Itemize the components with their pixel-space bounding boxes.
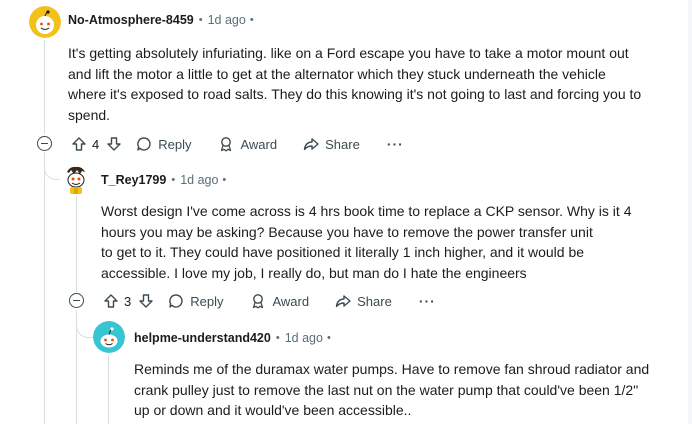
reply-label: Reply [158, 136, 192, 152]
comment-text-line: It's getting absolutely infuriating. lik… [68, 45, 629, 61]
collapse-thread-button[interactable] [37, 136, 52, 151]
more-options-button[interactable]: ··· [387, 136, 404, 152]
thread-line [76, 196, 77, 292]
share-button[interactable]: Share [335, 293, 392, 309]
timestamp[interactable]: 1d ago [180, 173, 218, 187]
reply-label: Reply [190, 293, 224, 309]
thread-line [44, 152, 45, 424]
share-label: Share [325, 136, 360, 152]
comment-body: Worst design I've come across is 4 hrs b… [101, 201, 631, 283]
avatar[interactable] [93, 321, 125, 353]
comment-text-line: Worst design I've come across is 4 hrs b… [101, 203, 632, 219]
username[interactable]: T_Rey1799 [101, 173, 166, 187]
award-button[interactable]: Award [250, 293, 309, 309]
username[interactable]: helpme-understand420 [134, 331, 271, 345]
award-button[interactable]: Award [218, 136, 277, 152]
timestamp[interactable]: 1d ago [285, 331, 323, 345]
scrollbar[interactable] [688, 0, 692, 424]
comment-text-line: and lift the motor a little to get at th… [68, 65, 606, 82]
vote-count: 4 [92, 136, 100, 152]
award-icon [250, 293, 266, 309]
separator: • [171, 174, 176, 186]
thread-elbow [76, 310, 94, 338]
timestamp[interactable]: 1d ago [208, 13, 246, 27]
more-options-button[interactable]: ··· [419, 293, 436, 309]
award-icon [218, 136, 234, 152]
share-icon [303, 136, 319, 152]
username[interactable]: No-Atmosphere-8459 [68, 13, 194, 27]
avatar[interactable] [29, 6, 61, 38]
separator: • [326, 332, 331, 344]
comment-meta: T_Rey1799 • 1d ago • [101, 173, 226, 187]
comment-text-line: where it's exposed to road salts. They d… [68, 86, 642, 102]
thread-line [44, 40, 45, 134]
collapse-thread-button[interactable] [69, 293, 84, 308]
vote-count: 3 [124, 293, 132, 309]
comment-text-line: to get to it. They could have positioned… [101, 244, 585, 260]
reply-button[interactable]: Reply [136, 136, 191, 152]
comment-bubble-icon [168, 293, 184, 309]
share-button[interactable]: Share [303, 136, 360, 152]
comment-body: It's getting absolutely infuriating. lik… [68, 43, 641, 125]
comment-text-line: up or down and it would've been accessib… [134, 402, 412, 418]
comment-text-line: spend. [68, 106, 111, 123]
comment-bubble-icon [136, 136, 152, 152]
comment-text-line: crank pulley just to remove the last nut… [134, 381, 639, 398]
comment-actions: 4 Reply Award Share ··· [71, 134, 404, 154]
comment-actions: 3 Reply Award Share ··· [103, 291, 436, 311]
award-label: Award [272, 293, 310, 309]
comment-text-line: hours you may be asking? Because you hav… [101, 223, 593, 240]
comment-body: Reminds me of the duramax water pumps. H… [134, 359, 649, 421]
avatar[interactable] [60, 163, 92, 195]
thread-line [108, 356, 109, 424]
downvote-icon[interactable] [138, 293, 154, 309]
comment-meta: No-Atmosphere-8459 • 1d ago • [68, 13, 254, 27]
upvote-icon[interactable] [103, 293, 119, 309]
separator: • [198, 14, 203, 26]
award-label: Award [240, 136, 278, 152]
comment-text-line: accessible. I love my job, I really do, … [101, 264, 527, 281]
separator: • [222, 174, 227, 186]
comment-meta: helpme-understand420 • 1d ago • [134, 331, 331, 345]
share-label: Share [357, 293, 392, 309]
reply-button[interactable]: Reply [168, 293, 223, 309]
separator: • [275, 332, 280, 344]
comment-text-line: Reminds me of the duramax water pumps. H… [134, 361, 650, 377]
upvote-icon[interactable] [71, 136, 87, 152]
share-icon [335, 293, 351, 309]
separator: • [249, 14, 254, 26]
downvote-icon[interactable] [106, 136, 122, 152]
